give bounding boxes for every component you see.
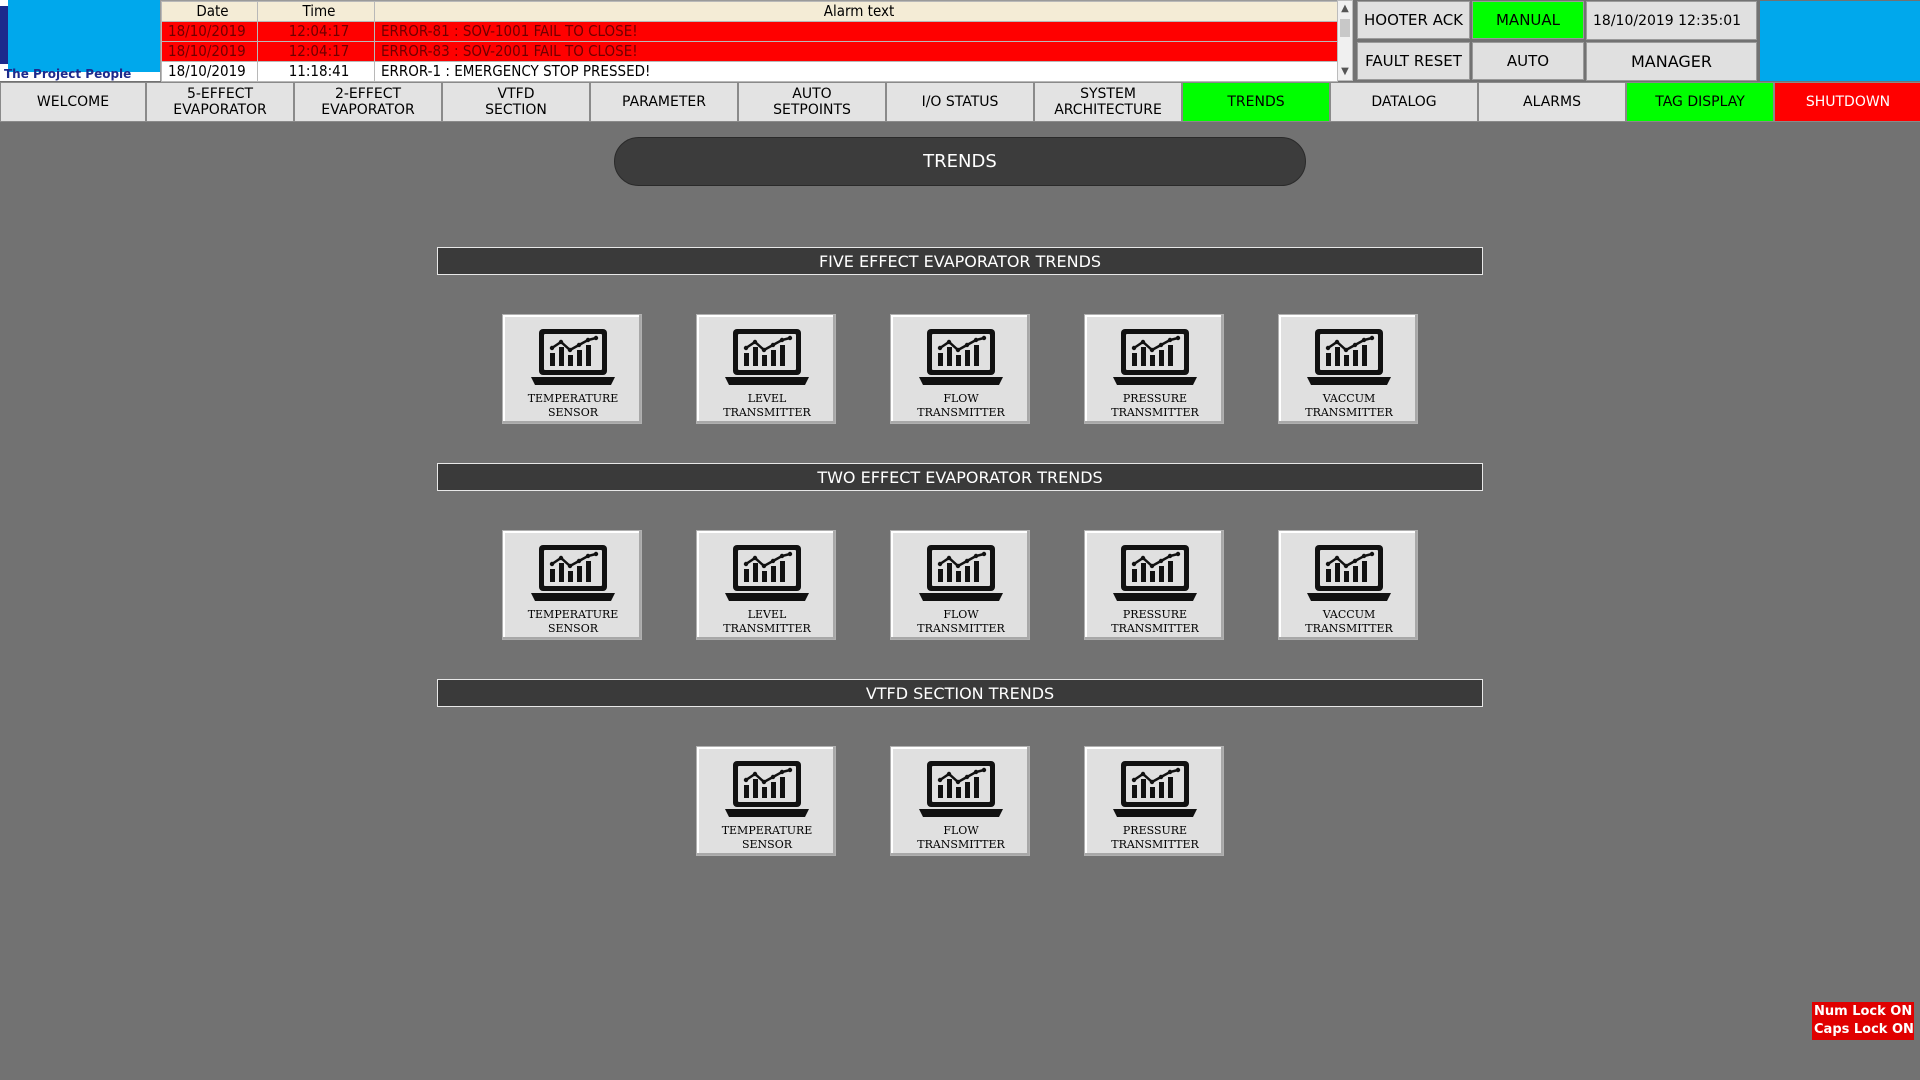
trend-tile-temperature-sensor[interactable]: TEMPERATURE SENSOR <box>502 314 642 424</box>
nav-shutdown[interactable]: SHUTDOWN <box>1774 82 1920 122</box>
alarm-header-row: Date Time Alarm text <box>161 1 1338 22</box>
alarm-col-text[interactable]: Alarm text <box>374 1 1338 22</box>
trend-tile-label: VACCUM TRANSMITTER <box>1305 608 1393 635</box>
alarm-text: ERROR-1 : EMERGENCY STOP PRESSED! <box>374 61 1338 82</box>
page-title: TRENDS <box>614 137 1306 186</box>
laptop-chart-icon <box>917 325 1005 395</box>
fault-reset-button[interactable]: FAULT RESET <box>1357 42 1470 80</box>
alarm-table: Date Time Alarm text 18/10/2019 12:04:17… <box>161 1 1338 82</box>
alarm-banner: Date Time Alarm text 18/10/2019 12:04:17… <box>160 0 1338 82</box>
trend-tile-flow-transmitter[interactable]: FLOW TRANSMITTER <box>890 530 1030 640</box>
laptop-chart-icon <box>917 541 1005 611</box>
logo-tagline: The Project People <box>4 67 132 81</box>
alarm-col-time[interactable]: Time <box>257 1 375 22</box>
trend-tile-label: FLOW TRANSMITTER <box>917 824 1005 851</box>
laptop-chart-icon <box>723 541 811 611</box>
logo-mark <box>8 0 160 72</box>
laptop-chart-icon <box>723 757 811 827</box>
alarm-col-date[interactable]: Date <box>161 1 258 22</box>
alarm-date: 18/10/2019 <box>161 21 258 42</box>
section-header: VTFD SECTION TRENDS <box>437 679 1483 707</box>
section-header: TWO EFFECT EVAPORATOR TRENDS <box>437 463 1483 491</box>
user-level-display[interactable]: MANAGER <box>1586 42 1757 81</box>
nav-vtfd-section[interactable]: VTFD SECTION <box>442 82 590 122</box>
nav-alarms[interactable]: ALARMS <box>1478 82 1626 122</box>
laptop-chart-icon <box>1111 325 1199 395</box>
trend-tile-label: LEVEL TRANSMITTER <box>723 392 811 419</box>
trend-tile-label: PRESSURE TRANSMITTER <box>1111 392 1199 419</box>
laptop-chart-icon <box>1111 757 1199 827</box>
laptop-chart-icon <box>1111 541 1199 611</box>
main-nav: WELCOME 5-EFFECT EVAPORATOR 2-EFFECT EVAPO… <box>0 82 1920 123</box>
trend-tile-pressure-transmitter[interactable]: PRESSURE TRANSMITTER <box>1084 746 1224 856</box>
trend-tile-label: FLOW TRANSMITTER <box>917 608 1005 635</box>
nav-trends[interactable]: TRENDS <box>1182 82 1330 122</box>
trend-tile-label: TEMPERATURE SENSOR <box>721 824 813 851</box>
trend-tile-flow-transmitter[interactable]: FLOW TRANSMITTER <box>890 746 1030 856</box>
alarm-time: 11:18:41 <box>257 61 375 82</box>
trend-tile-label: TEMPERATURE SENSOR <box>527 608 619 635</box>
alarm-time: 12:04:17 <box>257 41 375 62</box>
right-logo <box>1760 1 1920 81</box>
nav-parameter[interactable]: PARAMETER <box>590 82 738 122</box>
trend-tile-pressure-transmitter[interactable]: PRESSURE TRANSMITTER <box>1084 314 1224 424</box>
nav-2-effect-evaporator[interactable]: 2-EFFECT EVAPORATOR <box>294 82 442 122</box>
nav-datalog[interactable]: DATALOG <box>1330 82 1478 122</box>
scroll-thumb[interactable] <box>1340 19 1350 37</box>
laptop-chart-icon <box>529 541 617 611</box>
num-lock-status: Num Lock ON <box>1814 1004 1913 1019</box>
trend-tile-label: LEVEL TRANSMITTER <box>723 608 811 635</box>
laptop-chart-icon <box>1305 541 1393 611</box>
trend-tile-label: PRESSURE TRANSMITTER <box>1111 608 1199 635</box>
trend-tile-label: PRESSURE TRANSMITTER <box>1111 824 1199 851</box>
laptop-chart-icon <box>1305 325 1393 395</box>
section-header: FIVE EFFECT EVAPORATOR TRENDS <box>437 247 1483 275</box>
alarm-row[interactable]: 18/10/2019 11:18:41 ERROR-1 : EMERGENCY … <box>161 61 1338 82</box>
nav-system-architecture[interactable]: SYSTEM ARCHITECTURE <box>1034 82 1182 122</box>
nav-auto-setpoints[interactable]: AUTO SETPOINTS <box>738 82 886 122</box>
caps-lock-status: Caps Lock ON <box>1814 1022 1914 1037</box>
trend-tile-flow-transmitter[interactable]: FLOW TRANSMITTER <box>890 314 1030 424</box>
trend-tile-vaccum-transmitter[interactable]: VACCUM TRANSMITTER <box>1278 530 1418 640</box>
laptop-chart-icon <box>723 325 811 395</box>
alarm-row[interactable]: 18/10/2019 12:04:17 ERROR-81 : SOV-1001 … <box>161 21 1338 42</box>
nav-welcome[interactable]: WELCOME <box>0 82 146 122</box>
company-logo: The Project People <box>0 0 160 81</box>
trend-tile-level-transmitter[interactable]: LEVEL TRANSMITTER <box>696 530 836 640</box>
trend-tile-temperature-sensor[interactable]: TEMPERATURE SENSOR <box>502 530 642 640</box>
hooter-ack-button[interactable]: HOOTER ACK <box>1357 1 1470 39</box>
alarm-date: 18/10/2019 <box>161 61 258 82</box>
alarm-date: 18/10/2019 <box>161 41 258 62</box>
alarm-time: 12:04:17 <box>257 21 375 42</box>
alarm-text: ERROR-83 : SOV-2001 FAIL TO CLOSE! <box>374 41 1338 62</box>
manual-mode-button[interactable]: MANUAL <box>1472 1 1584 39</box>
trend-tile-temperature-sensor[interactable]: TEMPERATURE SENSOR <box>696 746 836 856</box>
date-time-display: 18/10/2019 12:35:01 <box>1586 1 1757 40</box>
logo-letter-mark <box>0 6 8 64</box>
alarm-text: ERROR-81 : SOV-1001 FAIL TO CLOSE! <box>374 21 1338 42</box>
keyboard-lock-status: Num Lock ON Caps Lock ON <box>1812 1002 1914 1040</box>
scroll-down-icon[interactable]: ▼ <box>1338 64 1352 80</box>
nav-tag-display[interactable]: TAG DISPLAY <box>1626 82 1774 122</box>
trend-tile-label: FLOW TRANSMITTER <box>917 392 1005 419</box>
nav-5-effect-evaporator[interactable]: 5-EFFECT EVAPORATOR <box>146 82 294 122</box>
auto-mode-button[interactable]: AUTO <box>1472 42 1584 80</box>
trend-tile-vaccum-transmitter[interactable]: VACCUM TRANSMITTER <box>1278 314 1418 424</box>
scroll-up-icon[interactable]: ▲ <box>1338 1 1352 17</box>
trend-tile-label: TEMPERATURE SENSOR <box>527 392 619 419</box>
trend-tile-label: VACCUM TRANSMITTER <box>1305 392 1393 419</box>
alarm-scrollbar[interactable]: ▲ ▼ <box>1337 0 1353 81</box>
alarm-row[interactable]: 18/10/2019 12:04:17 ERROR-83 : SOV-2001 … <box>161 41 1338 62</box>
nav-i-o-status[interactable]: I/O STATUS <box>886 82 1034 122</box>
trend-tile-pressure-transmitter[interactable]: PRESSURE TRANSMITTER <box>1084 530 1224 640</box>
trend-tile-level-transmitter[interactable]: LEVEL TRANSMITTER <box>696 314 836 424</box>
laptop-chart-icon <box>917 757 1005 827</box>
laptop-chart-icon <box>529 325 617 395</box>
